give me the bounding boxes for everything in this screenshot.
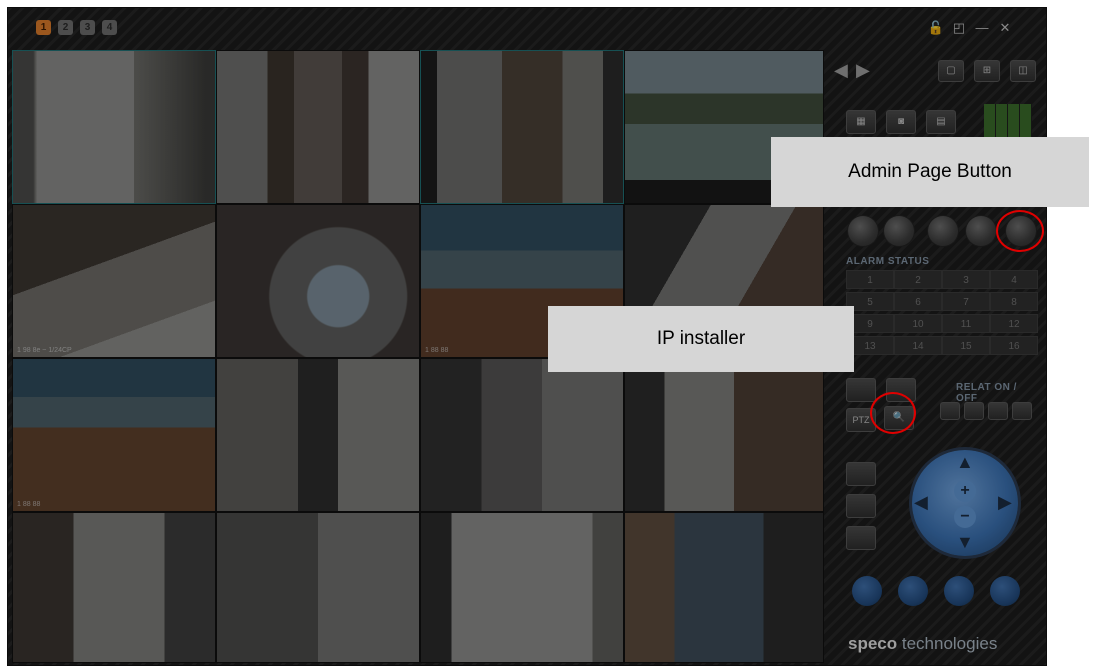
quad-view-button[interactable]: ⊞ [974,60,1000,82]
camera-tile-2[interactable] [216,50,420,204]
camera-tile-5[interactable]: 1 98 8e ~ 1/24CP [12,204,216,358]
alarm-cell: 6 [894,292,942,311]
ip-installer-highlight-ring [870,392,916,434]
camera-tile-14[interactable] [216,512,420,663]
alarm-cell: 2 [894,270,942,289]
zoom-in-icon[interactable]: + [954,480,976,502]
alarm-cell: 8 [990,292,1038,311]
single-view-button[interactable]: ▢ [938,60,964,82]
camera-osd-text: 1 98 8e ~ 1/24CP [17,347,72,354]
network-round-button[interactable] [966,216,996,246]
tools-round-button[interactable] [928,216,958,246]
camera-osd-text: 1 88 88 [17,501,41,508]
camera-tile-11[interactable] [420,358,624,512]
relay-4-button[interactable] [1012,402,1032,420]
ptz-left-icon[interactable]: ◀ [914,492,928,513]
close-icon[interactable]: ✕ [996,20,1014,36]
relay-3-button[interactable] [988,402,1008,420]
blue-button-3[interactable] [944,576,974,606]
alarm-cell: 1 [846,270,894,289]
relay-label: RELAT ON / OFF [956,382,1017,404]
alarm-cell: 15 [942,336,990,355]
relay-2-button[interactable] [964,402,984,420]
alarm-cell: 4 [990,270,1038,289]
camera-tile-10[interactable] [216,358,420,512]
alarm-cell: 7 [942,292,990,311]
focus-button[interactable] [846,526,876,550]
ptz-up-icon[interactable]: ▲ [956,452,974,473]
arrow-right-icon[interactable]: ▶ [856,60,876,80]
alarm-cell: 3 [942,270,990,289]
page-2-button[interactable]: 2 [58,20,73,35]
alarm-cell: 16 [990,336,1038,355]
blue-button-4[interactable] [990,576,1020,606]
zoom-button[interactable] [846,462,876,486]
zoom-out-icon[interactable]: − [954,506,976,528]
ptz-down-icon[interactable]: ▼ [956,532,974,553]
arrow-left-icon[interactable]: ◀ [834,60,854,80]
blue-button-2[interactable] [898,576,928,606]
calculator-icon-button[interactable]: ▤ [926,110,956,134]
admin-button-highlight-ring [996,210,1044,252]
page-1-button[interactable]: 1 [36,20,51,35]
ptz-right-icon[interactable]: ▶ [998,492,1012,513]
admin-page-callout: Admin Page Button [771,137,1089,207]
alarm-status-label: ALARM STATUS [846,256,930,267]
camera-tile-16[interactable] [624,512,824,663]
brand-logo: speco technologies [848,634,997,654]
alarm-cell: 10 [894,314,942,333]
brand-light: technologies [897,634,998,653]
camera-tile-1[interactable] [12,50,216,204]
alarm-cell: 14 [894,336,942,355]
relay-1-button[interactable] [940,402,960,420]
settings-round-button[interactable] [884,216,914,246]
camera-tile-3[interactable] [420,50,624,204]
grid-icon-button[interactable]: ▦ [846,110,876,134]
iris-button[interactable] [846,494,876,518]
ptz-joystick[interactable]: ▲ ▼ ◀ ▶ + − [912,450,1018,556]
page-4-button[interactable]: 4 [102,20,117,35]
camera-snapshot-button[interactable]: ◙ [886,110,916,134]
playback-round-button[interactable] [848,216,878,246]
ip-installer-callout: IP installer [548,306,854,372]
playback-view-button[interactable]: ◫ [1010,60,1036,82]
panel-button-a[interactable] [846,378,876,402]
camera-tile-9[interactable]: 1 88 88 [12,358,216,512]
blue-button-1[interactable] [852,576,882,606]
camera-tile-13[interactable] [12,512,216,663]
restore-icon[interactable]: ◰ [950,20,968,36]
nvr-client-window: 1 2 3 4 🔓 ◰ — ✕ 1 98 8e ~ 1/24CP 1 88 88… [8,8,1046,665]
page-3-button[interactable]: 3 [80,20,95,35]
alarm-cell: 11 [942,314,990,333]
lock-icon[interactable]: 🔓 [927,20,945,36]
top-bar: 1 2 3 4 🔓 ◰ — ✕ [8,8,1046,46]
camera-tile-15[interactable] [420,512,624,663]
camera-osd-text: 1 88 88 [425,347,449,354]
alarm-cell: 12 [990,314,1038,333]
brand-bold: speco [848,634,898,653]
camera-tile-6[interactable] [216,204,420,358]
minimize-icon[interactable]: — [973,20,991,36]
camera-tile-12[interactable] [624,358,824,512]
